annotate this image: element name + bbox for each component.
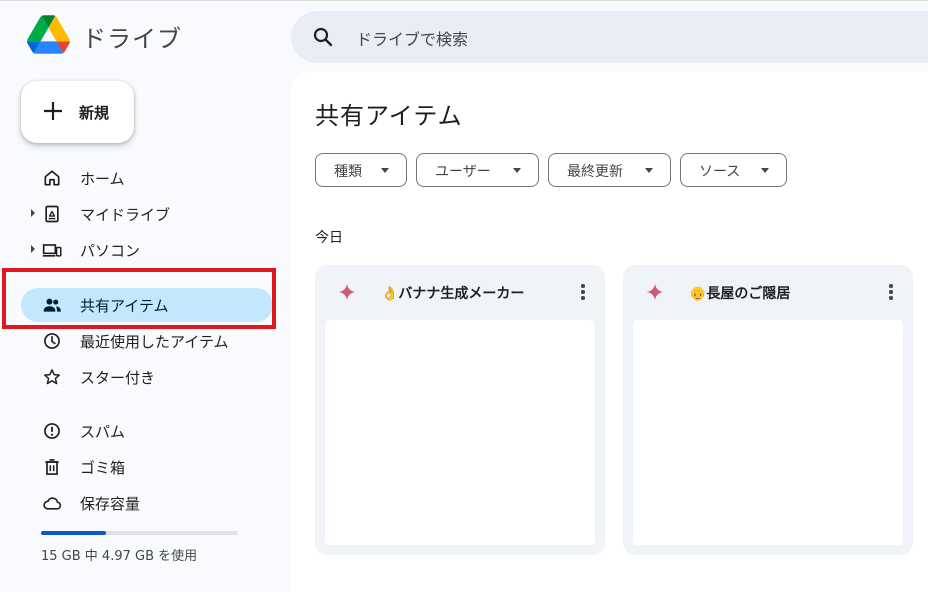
new-button[interactable]: 新規	[21, 81, 134, 143]
gemini-sparkle-icon	[338, 283, 356, 301]
sidebar-item-label: 保存容量	[80, 495, 141, 513]
plus-icon	[44, 102, 62, 120]
google-drive-logo-icon[interactable]	[27, 15, 70, 54]
my-drive-icon	[45, 205, 59, 223]
filter-chip-people[interactable]: ユーザー	[416, 153, 539, 187]
sidebar-item-trash[interactable]: ゴミ箱	[21, 450, 273, 484]
cloud-icon	[43, 497, 62, 510]
sidebar-item-home[interactable]: ホーム	[21, 161, 273, 195]
home-icon	[44, 170, 60, 186]
filter-chip-label: 種類	[334, 164, 362, 180]
sidebar-item-label: 最近使用したアイテム	[80, 333, 229, 351]
filter-chip-label: 最終更新	[567, 164, 623, 180]
app-title: ドライブ	[82, 25, 182, 53]
dropdown-arrow-icon	[513, 168, 521, 173]
computers-icon	[42, 244, 62, 257]
sidebar-item-computers[interactable]: パソコン	[21, 233, 273, 267]
section-label-today: 今日	[315, 230, 343, 246]
clock-icon	[44, 333, 60, 349]
file-card-title: 👴長屋のご隠居	[689, 286, 791, 302]
dropdown-arrow-icon	[761, 168, 769, 173]
filter-chip-type[interactable]: 種類	[315, 153, 407, 187]
file-card[interactable]: 👌バナナ生成メーカー	[315, 265, 605, 555]
sidebar-item-spam[interactable]: スパム	[21, 414, 273, 448]
star-icon	[44, 369, 60, 385]
expand-caret-icon[interactable]	[31, 209, 35, 217]
sidebar-item-label: ゴミ箱	[80, 459, 126, 477]
sidebar-item-label: マイドライブ	[80, 206, 171, 224]
filter-chip-label: ソース	[699, 164, 741, 180]
file-card-thumbnail[interactable]	[633, 320, 903, 545]
new-button-label: 新規	[79, 104, 110, 122]
main-content: 共有アイテム 種類 ユーザー 最終更新 ソース 今日 👌バナナ生成メーカー 👴長…	[291, 72, 928, 592]
sidebar-item-recent[interactable]: 最近使用したアイテム	[21, 324, 273, 358]
file-card-thumbnail[interactable]	[325, 320, 595, 545]
storage-progress-bar	[41, 531, 238, 535]
filter-chip-modified[interactable]: 最終更新	[548, 153, 671, 187]
storage-usage-text: 15 GB 中 4.97 GB を使用	[41, 549, 198, 564]
filter-chip-label: ユーザー	[435, 164, 491, 180]
more-options-icon[interactable]	[581, 284, 585, 300]
dropdown-arrow-icon	[645, 168, 653, 173]
spam-icon	[44, 423, 60, 439]
expand-caret-icon[interactable]	[31, 245, 35, 253]
window-top-border	[0, 0, 928, 1]
dropdown-arrow-icon	[381, 168, 389, 173]
sidebar-item-starred[interactable]: スター付き	[21, 360, 273, 394]
storage-progress-fill	[41, 531, 107, 535]
sidebar-item-label: ホーム	[80, 170, 125, 188]
sidebar-item-my-drive[interactable]: マイドライブ	[21, 197, 273, 231]
sidebar-item-label: スター付き	[80, 369, 156, 387]
page-title: 共有アイテム	[315, 102, 463, 130]
file-card[interactable]: 👴長屋のご隠居	[623, 265, 913, 555]
more-options-icon[interactable]	[889, 284, 893, 300]
trash-icon	[45, 459, 59, 475]
annotation-highlight-box	[2, 268, 276, 329]
sidebar-item-label: スパム	[80, 423, 126, 441]
sidebar-item-label: パソコン	[80, 242, 141, 260]
search-icon[interactable]	[311, 25, 335, 49]
filter-chip-source[interactable]: ソース	[680, 153, 787, 187]
search-input[interactable]: ドライブで検索	[356, 26, 468, 50]
file-card-title: 👌バナナ生成メーカー	[381, 286, 525, 302]
gemini-sparkle-icon	[646, 283, 664, 301]
sidebar-item-storage[interactable]: 保存容量	[21, 486, 273, 520]
search-bar[interactable]: ドライブで検索	[291, 11, 928, 63]
